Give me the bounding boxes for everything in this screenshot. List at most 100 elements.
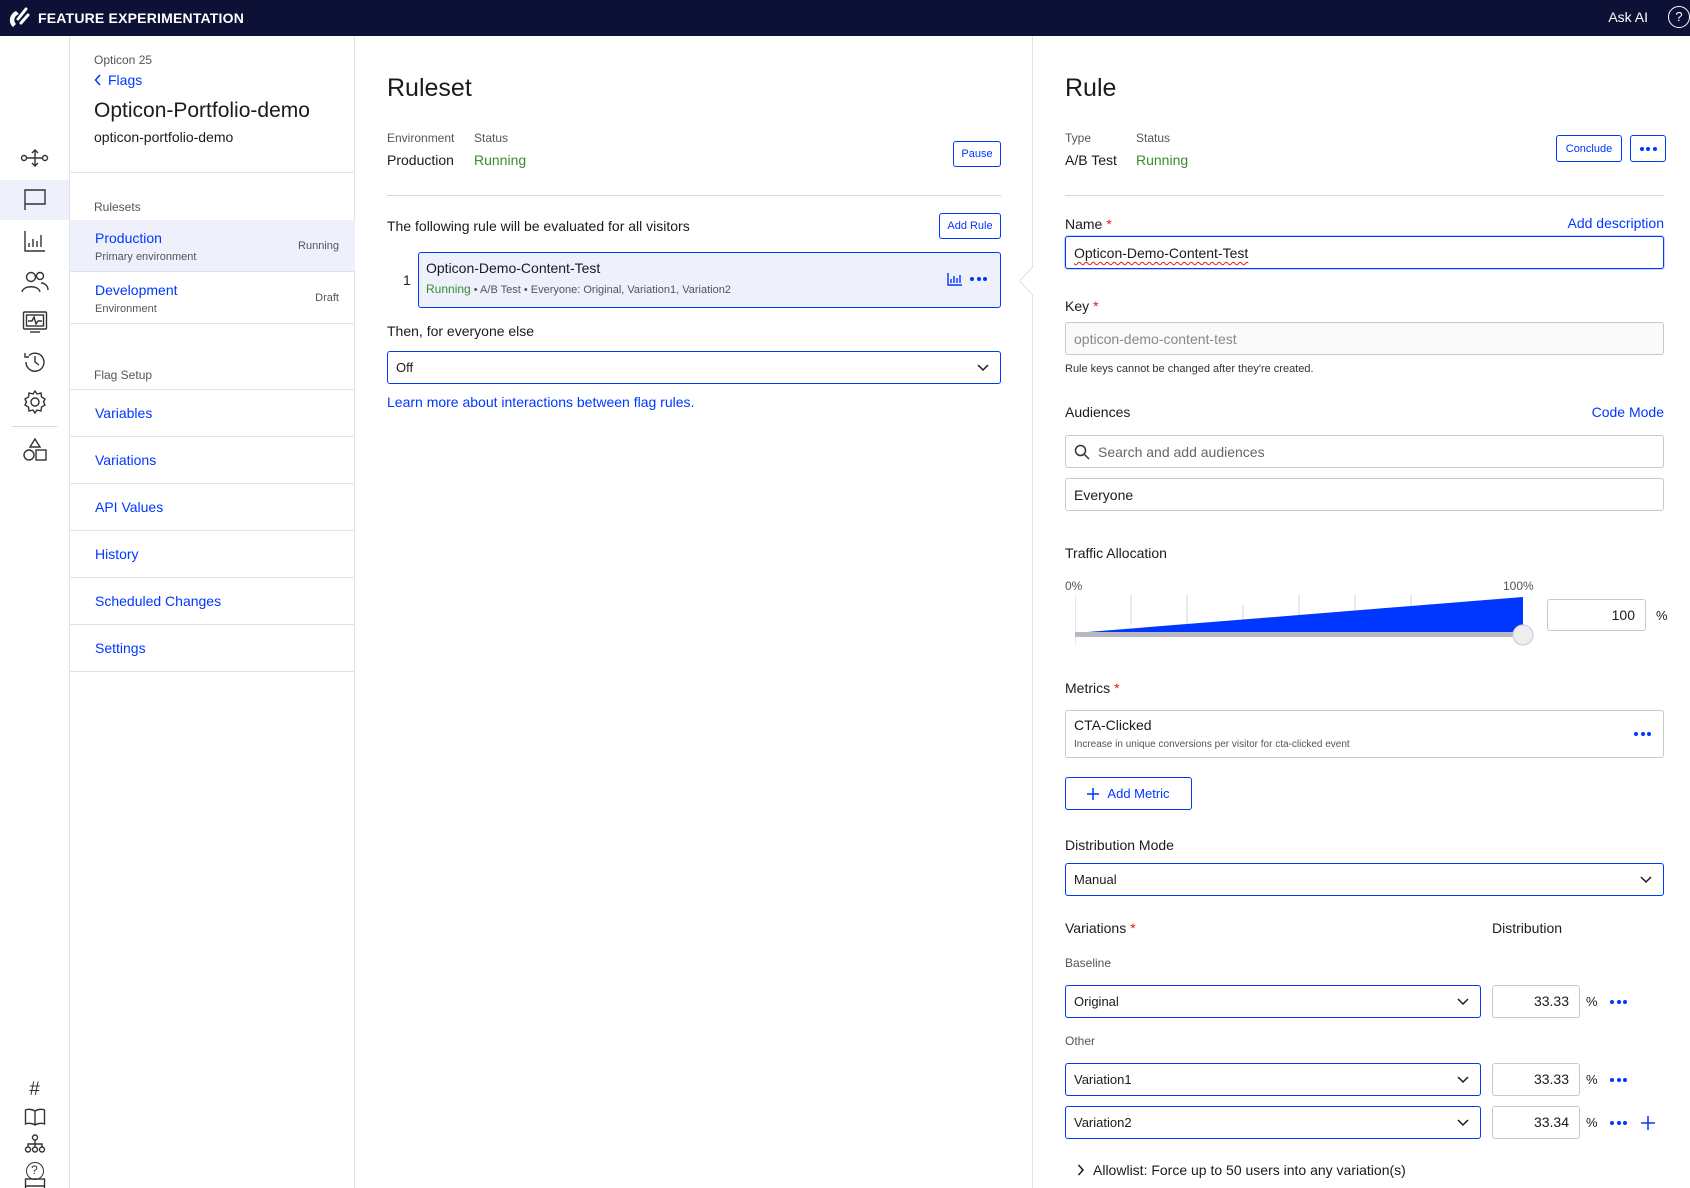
events-icon[interactable]: [0, 302, 69, 342]
distribution-mode-value: Manual: [1074, 872, 1117, 887]
chevron-right-icon: [1077, 1164, 1085, 1176]
help-icon[interactable]: ?: [1668, 6, 1690, 28]
audiences-icon[interactable]: [0, 262, 69, 302]
baseline-label: Baseline: [1065, 956, 1112, 970]
add-metric-button[interactable]: Add Metric: [1065, 777, 1192, 810]
setup-link-scheduled-changes[interactable]: Scheduled Changes: [70, 578, 355, 625]
variations-label-text: Variations: [1065, 920, 1127, 936]
chevron-down-icon: [1640, 876, 1652, 884]
metrics-label-text: Metrics: [1065, 680, 1111, 696]
variation-more-icon[interactable]: [1610, 1121, 1627, 1125]
shapes-icon[interactable]: [0, 430, 69, 470]
fallback-value: Off: [396, 360, 414, 375]
ruleset-item-development[interactable]: Development Environment Draft: [70, 272, 355, 324]
variation-distribution-input[interactable]: 33.34: [1492, 1106, 1580, 1139]
rule-card-status: Running: [426, 282, 471, 296]
variation-name: Original: [1074, 994, 1119, 1009]
reports-icon[interactable]: [0, 221, 69, 261]
conclude-button[interactable]: Conclude: [1556, 135, 1622, 162]
ruleset-status: Draft: [315, 292, 339, 304]
nav-divider: [70, 172, 355, 173]
monitor-icon[interactable]: [0, 1176, 69, 1188]
allowlist-label: Allowlist: Force up to 50 users into any…: [1093, 1162, 1406, 1178]
rule-card-more-icon[interactable]: [970, 277, 987, 281]
variation-distribution-input[interactable]: 33.33: [1492, 1063, 1580, 1096]
then-text: Then, for everyone else: [387, 323, 535, 339]
rulesets-label: Rulesets: [94, 200, 141, 214]
app-title: FEATURE EXPERIMENTATION: [38, 10, 245, 26]
audience-search-input[interactable]: Search and add audiences: [1065, 435, 1664, 468]
add-variation-plus-icon[interactable]: [1641, 1116, 1655, 1130]
rule-key-input[interactable]: opticon-demo-content-test: [1065, 322, 1664, 355]
distribution-mode-label: Distribution Mode: [1065, 837, 1174, 853]
variation-name: Variation1: [1074, 1072, 1132, 1087]
settings-icon[interactable]: [0, 382, 69, 422]
environment-value: Production: [387, 152, 454, 168]
setup-link-variables[interactable]: Variables: [70, 390, 355, 437]
search-icon: [1074, 444, 1090, 460]
history-icon[interactable]: [0, 342, 69, 382]
flag-title: Opticon-Portfolio-demo: [94, 99, 310, 122]
distribution-mode-select[interactable]: Manual: [1065, 863, 1664, 896]
back-to-flags-link[interactable]: Flags: [94, 72, 142, 88]
chevron-down-icon: [1457, 1076, 1469, 1084]
more-dots-icon: [1639, 146, 1657, 151]
setup-link-api-values[interactable]: API Values: [70, 484, 355, 531]
rule-panel: Rule Type A/B Test Status Running Conclu…: [1033, 36, 1690, 1188]
rule-divider: [1065, 195, 1664, 196]
chevron-down-icon: [977, 364, 989, 372]
variation-select-original[interactable]: Original: [1065, 985, 1481, 1018]
metric-item[interactable]: CTA-Clicked Increase in unique conversio…: [1065, 710, 1664, 758]
variation-select-variation2[interactable]: Variation2: [1065, 1106, 1481, 1139]
ruleset-item-production[interactable]: Production Primary environment Running: [70, 220, 355, 272]
required-mark: *: [1093, 298, 1099, 314]
environment-label: Environment: [387, 131, 455, 145]
rule-card-name: Opticon-Demo-Content-Test: [426, 260, 601, 276]
setup-link-label: History: [95, 546, 139, 562]
learn-more-link[interactable]: Learn more about interactions between fl…: [387, 394, 694, 410]
rule-status-value: Running: [1136, 152, 1189, 168]
rule-name-input[interactable]: Opticon-Demo-Content-Test: [1065, 236, 1664, 269]
allowlist-toggle[interactable]: Allowlist: Force up to 50 users into any…: [1077, 1162, 1406, 1178]
variation-more-icon[interactable]: [1610, 1000, 1627, 1004]
add-description-link[interactable]: Add description: [1567, 215, 1664, 231]
traffic-percent-input[interactable]: 100: [1547, 599, 1646, 631]
setup-link-label: API Values: [95, 499, 164, 515]
audience-chip-everyone[interactable]: Everyone: [1065, 478, 1664, 511]
traffic-percent-sign: %: [1656, 608, 1668, 623]
setup-link-settings[interactable]: Settings: [70, 625, 355, 672]
chevron-left-icon: [94, 74, 101, 86]
setup-link-history[interactable]: History: [70, 531, 355, 578]
flows-icon[interactable]: [0, 138, 69, 178]
variation-more-icon[interactable]: [1610, 1078, 1627, 1082]
flag-icon[interactable]: [0, 180, 69, 220]
ruleset-divider: [387, 195, 1001, 196]
variation-distribution-input[interactable]: 33.33: [1492, 985, 1580, 1018]
variations-label: Variations *: [1065, 920, 1136, 936]
add-rule-button[interactable]: Add Rule: [939, 213, 1001, 239]
ask-ai-button[interactable]: Ask AI: [1608, 9, 1648, 25]
traffic-slider[interactable]: [1075, 595, 1545, 647]
metric-more-icon[interactable]: [1634, 732, 1651, 736]
rule-card[interactable]: Opticon-Demo-Content-Test Running • A/B …: [418, 252, 1001, 308]
distribution-label: Distribution: [1492, 920, 1563, 936]
setup-link-variations[interactable]: Variations: [70, 437, 355, 484]
name-label: Name *: [1065, 216, 1112, 232]
rule-title: Rule: [1065, 74, 1117, 102]
code-mode-link[interactable]: Code Mode: [1592, 404, 1664, 420]
pause-button[interactable]: Pause: [953, 141, 1001, 167]
rule-status-label: Status: [1136, 131, 1171, 145]
key-label-text: Key: [1065, 298, 1090, 314]
variation-name: Variation2: [1074, 1115, 1132, 1130]
rule-more-button[interactable]: [1630, 135, 1666, 162]
project-breadcrumb: Opticon 25: [94, 53, 153, 67]
rule-name-value: Opticon-Demo-Content-Test: [1074, 245, 1249, 261]
percent-sign: %: [1586, 1115, 1598, 1130]
fallback-select[interactable]: Off: [387, 351, 1001, 384]
required-mark: *: [1114, 680, 1120, 696]
chevron-down-icon: [1457, 998, 1469, 1006]
status-label: Status: [474, 131, 509, 145]
optimizely-logo-icon[interactable]: [0, 0, 36, 36]
variation-select-variation1[interactable]: Variation1: [1065, 1063, 1481, 1096]
results-chart-icon[interactable]: [947, 272, 963, 286]
